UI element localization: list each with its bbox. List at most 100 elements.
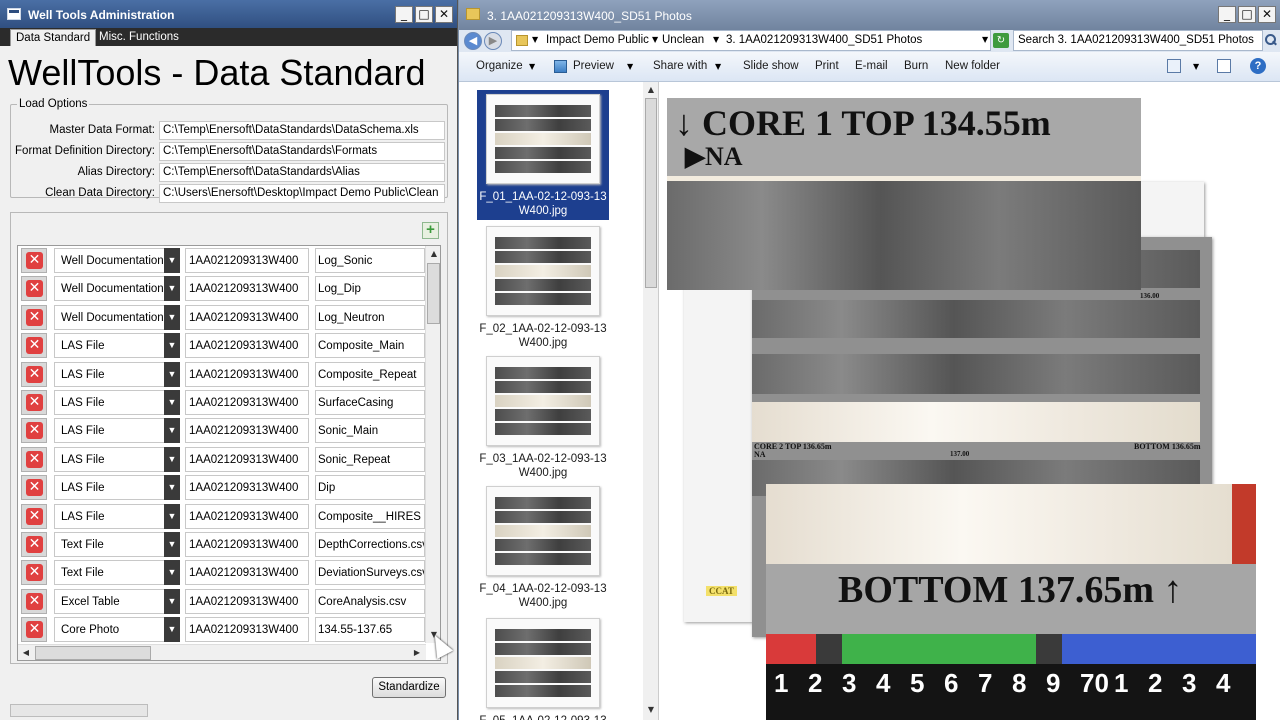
help-icon[interactable]: ? — [1250, 58, 1266, 74]
scroll-right-arrow-icon[interactable]: ▶ — [409, 645, 425, 660]
chevron-down-icon[interactable]: ▼ — [715, 62, 721, 71]
well-id-cell[interactable]: 1AA021209313W400 — [185, 304, 309, 330]
type-select[interactable]: LAS File — [54, 446, 180, 472]
chevron-down-icon[interactable]: ▼ — [164, 446, 180, 472]
type-select[interactable]: Well Documentation — [54, 304, 180, 330]
type-select[interactable]: Well Documentation — [54, 276, 180, 302]
format-definition-directory-field[interactable]: C:\Temp\Enersoft\DataStandards\Formats — [159, 142, 445, 161]
name-cell[interactable]: Dip — [315, 475, 425, 501]
chevron-down-icon[interactable]: ▼ — [164, 390, 180, 415]
standardize-button[interactable]: Standardize — [372, 677, 446, 698]
chevron-down-icon[interactable]: ▼ — [529, 62, 535, 71]
delete-row-button[interactable]: ✕ — [21, 503, 47, 529]
name-cell[interactable]: Composite_Main — [315, 333, 425, 359]
well-id-cell[interactable]: 1AA021209313W400 — [185, 418, 309, 444]
chevron-down-icon[interactable]: ▼ — [713, 35, 719, 44]
scroll-down-arrow-icon[interactable]: ▼ — [643, 702, 658, 718]
chevron-down-icon[interactable]: ▼ — [164, 333, 180, 359]
type-select[interactable]: Well Documentation — [54, 248, 180, 273]
chevron-down-icon[interactable]: ▼ — [164, 304, 180, 330]
preview-button[interactable]: Preview — [573, 60, 614, 72]
name-cell[interactable]: Composite__HIRES — [315, 503, 425, 529]
type-select[interactable]: LAS File — [54, 333, 180, 359]
scrollbar-thumb[interactable] — [427, 263, 440, 324]
search-input[interactable]: Search 3. 1AA021209313W400_SD51 Photos — [1013, 30, 1263, 51]
name-cell[interactable]: DeviationSurveys.csv — [315, 560, 425, 586]
share-with-button[interactable]: Share with — [653, 60, 707, 72]
name-cell[interactable]: Log_Sonic — [315, 248, 425, 273]
chevron-down-icon[interactable]: ▼ — [164, 361, 180, 387]
file-thumbnail[interactable]: F_03_1AA-02-12-093-13 W400.jpg — [477, 356, 609, 480]
chevron-down-icon[interactable]: ▼ — [164, 475, 180, 501]
delete-row-button[interactable]: ✕ — [21, 248, 47, 273]
back-arrow-icon[interactable]: ◀ — [464, 32, 482, 50]
minimize-button[interactable]: _ — [395, 6, 413, 23]
file-thumbnail[interactable]: F_05_1AA-02-12-093-13 — [477, 618, 609, 720]
chevron-down-icon[interactable]: ▼ — [164, 532, 180, 557]
master-data-format-field[interactable]: C:\Temp\Enersoft\DataStandards\DataSchem… — [159, 121, 445, 140]
chevron-down-icon[interactable]: ▼ — [652, 35, 658, 44]
type-select[interactable]: LAS File — [54, 361, 180, 387]
well-id-cell[interactable]: 1AA021209313W400 — [185, 248, 309, 273]
file-thumbnail[interactable]: F_01_1AA-02-12-093-13 W400.jpg — [477, 90, 609, 220]
forward-arrow-icon[interactable]: ▶ — [484, 32, 502, 50]
type-select[interactable]: Core Photo — [54, 617, 180, 643]
type-select[interactable]: LAS File — [54, 503, 180, 529]
well-id-cell[interactable]: 1AA021209313W400 — [185, 446, 309, 472]
type-select[interactable]: LAS File — [54, 418, 180, 444]
chevron-down-icon[interactable]: ▼ — [532, 35, 538, 44]
delete-row-button[interactable]: ✕ — [21, 617, 47, 643]
name-cell[interactable]: Sonic_Repeat — [315, 446, 425, 472]
well-id-cell[interactable]: 1AA021209313W400 — [185, 361, 309, 387]
maximize-button[interactable]: □ — [1238, 6, 1256, 23]
chevron-down-icon[interactable]: ▼ — [164, 503, 180, 529]
chevron-down-icon[interactable]: ▼ — [627, 62, 633, 71]
delete-row-button[interactable]: ✕ — [21, 560, 47, 586]
refresh-icon[interactable]: ↻ — [993, 33, 1009, 48]
type-select[interactable]: LAS File — [54, 475, 180, 501]
name-cell[interactable]: 134.55-137.65 — [315, 617, 425, 643]
close-button[interactable]: ✕ — [435, 6, 453, 23]
new-folder-button[interactable]: New folder — [945, 60, 1000, 72]
tab-misc-functions[interactable]: Misc. Functions — [94, 29, 184, 46]
delete-row-button[interactable]: ✕ — [21, 333, 47, 359]
chevron-down-icon[interactable]: ▼ — [164, 560, 180, 586]
well-id-cell[interactable]: 1AA021209313W400 — [185, 617, 309, 643]
file-thumbnail[interactable]: F_02_1AA-02-12-093-13 W400.jpg — [477, 226, 609, 350]
delete-row-button[interactable]: ✕ — [21, 418, 47, 444]
chevron-down-icon[interactable]: ▼ — [164, 276, 180, 302]
preview-pane-icon[interactable] — [1217, 59, 1231, 73]
scroll-up-arrow-icon[interactable]: ▲ — [426, 246, 440, 262]
name-cell[interactable]: Sonic_Main — [315, 418, 425, 444]
print-button[interactable]: Print — [815, 60, 839, 72]
name-cell[interactable]: CoreAnalysis.csv — [315, 588, 425, 614]
chevron-down-icon[interactable]: ▼ — [164, 617, 180, 643]
type-select[interactable]: Excel Table — [54, 588, 180, 614]
grid-horizontal-scrollbar[interactable]: ◀ ▶ — [18, 644, 426, 660]
name-cell[interactable]: Log_Neutron — [315, 304, 425, 330]
name-cell[interactable]: Log_Dip — [315, 276, 425, 302]
alias-directory-field[interactable]: C:\Temp\Enersoft\DataStandards\Alias — [159, 163, 445, 182]
well-id-cell[interactable]: 1AA021209313W400 — [185, 532, 309, 557]
breadcrumb-impact-demo-public[interactable]: Impact Demo Public — [546, 34, 649, 46]
add-row-button[interactable]: + — [422, 222, 439, 239]
name-cell[interactable]: DepthCorrections.csv — [315, 532, 425, 557]
maximize-button[interactable]: □ — [415, 6, 433, 23]
delete-row-button[interactable]: ✕ — [21, 361, 47, 387]
delete-row-button[interactable]: ✕ — [21, 304, 47, 330]
view-options-icon[interactable] — [1167, 59, 1181, 73]
chevron-down-icon[interactable]: ▼ — [1193, 62, 1199, 71]
tab-data-standard[interactable]: Data Standard — [10, 29, 97, 46]
search-icon[interactable] — [1263, 32, 1279, 48]
file-list-scrollbar[interactable]: ▲ ▼ — [643, 82, 658, 720]
well-id-cell[interactable]: 1AA021209313W400 — [185, 560, 309, 586]
chevron-down-icon[interactable]: ▼ — [164, 418, 180, 444]
email-button[interactable]: E-mail — [855, 60, 888, 72]
scrollbar-thumb[interactable] — [645, 98, 657, 288]
chevron-down-icon[interactable]: ▼ — [164, 248, 180, 273]
slide-show-button[interactable]: Slide show — [743, 60, 799, 72]
clean-data-directory-field[interactable]: C:\Users\Enersoft\Desktop\Impact Demo Pu… — [159, 184, 445, 203]
delete-row-button[interactable]: ✕ — [21, 588, 47, 614]
name-cell[interactable]: SurfaceCasing — [315, 390, 425, 415]
scroll-left-arrow-icon[interactable]: ◀ — [18, 645, 34, 660]
